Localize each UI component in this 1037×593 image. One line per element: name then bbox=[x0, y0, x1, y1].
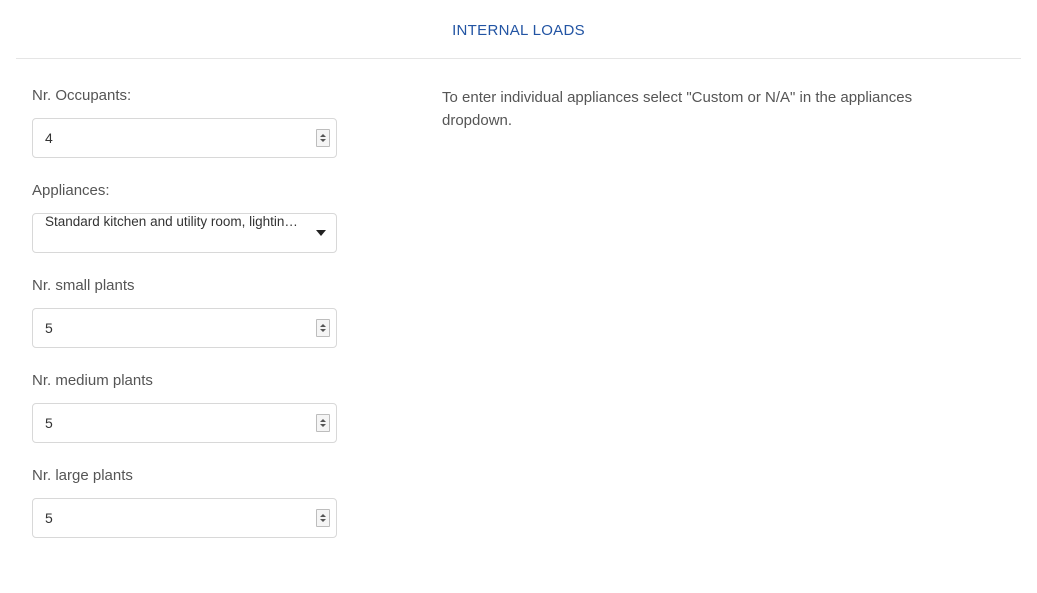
large-plants-label: Nr. large plants bbox=[32, 467, 428, 484]
small-plants-label: Nr. small plants bbox=[32, 277, 428, 294]
field-large-plants: Nr. large plants bbox=[32, 467, 428, 538]
chevron-up-icon bbox=[320, 324, 326, 327]
medium-plants-input-wrap bbox=[32, 403, 337, 443]
occupants-input-wrap bbox=[32, 118, 337, 158]
occupants-label: Nr. Occupants: bbox=[32, 87, 428, 104]
appliances-help-text: To enter individual appliances select "C… bbox=[442, 87, 979, 132]
medium-plants-stepper[interactable] bbox=[316, 414, 330, 432]
field-appliances: Appliances: Standard kitchen and utility… bbox=[32, 182, 428, 253]
section-title: INTERNAL LOADS bbox=[452, 22, 585, 39]
small-plants-input[interactable] bbox=[33, 309, 336, 347]
field-medium-plants: Nr. medium plants bbox=[32, 372, 428, 443]
field-small-plants: Nr. small plants bbox=[32, 277, 428, 348]
chevron-up-icon bbox=[320, 419, 326, 422]
appliances-select-wrap: Standard kitchen and utility room, light… bbox=[32, 213, 337, 253]
field-occupants: Nr. Occupants: bbox=[32, 87, 428, 158]
chevron-down-icon bbox=[320, 519, 326, 522]
chevron-up-icon bbox=[320, 134, 326, 137]
chevron-down-icon bbox=[320, 139, 326, 142]
medium-plants-label: Nr. medium plants bbox=[32, 372, 428, 389]
medium-plants-input[interactable] bbox=[33, 404, 336, 442]
occupants-input[interactable] bbox=[33, 119, 336, 157]
small-plants-stepper[interactable] bbox=[316, 319, 330, 337]
large-plants-input[interactable] bbox=[33, 499, 336, 537]
info-column: To enter individual appliances select "C… bbox=[428, 87, 1019, 562]
appliances-label: Appliances: bbox=[32, 182, 428, 199]
section-header: INTERNAL LOADS bbox=[16, 0, 1021, 59]
small-plants-input-wrap bbox=[32, 308, 337, 348]
large-plants-stepper[interactable] bbox=[316, 509, 330, 527]
appliances-select[interactable]: Standard kitchen and utility room, light… bbox=[33, 214, 336, 252]
occupants-stepper[interactable] bbox=[316, 129, 330, 147]
chevron-down-icon bbox=[320, 329, 326, 332]
form-column: Nr. Occupants: Appliances: Standard kitc… bbox=[18, 87, 428, 562]
large-plants-input-wrap bbox=[32, 498, 337, 538]
chevron-down-icon bbox=[320, 424, 326, 427]
chevron-up-icon bbox=[320, 514, 326, 517]
